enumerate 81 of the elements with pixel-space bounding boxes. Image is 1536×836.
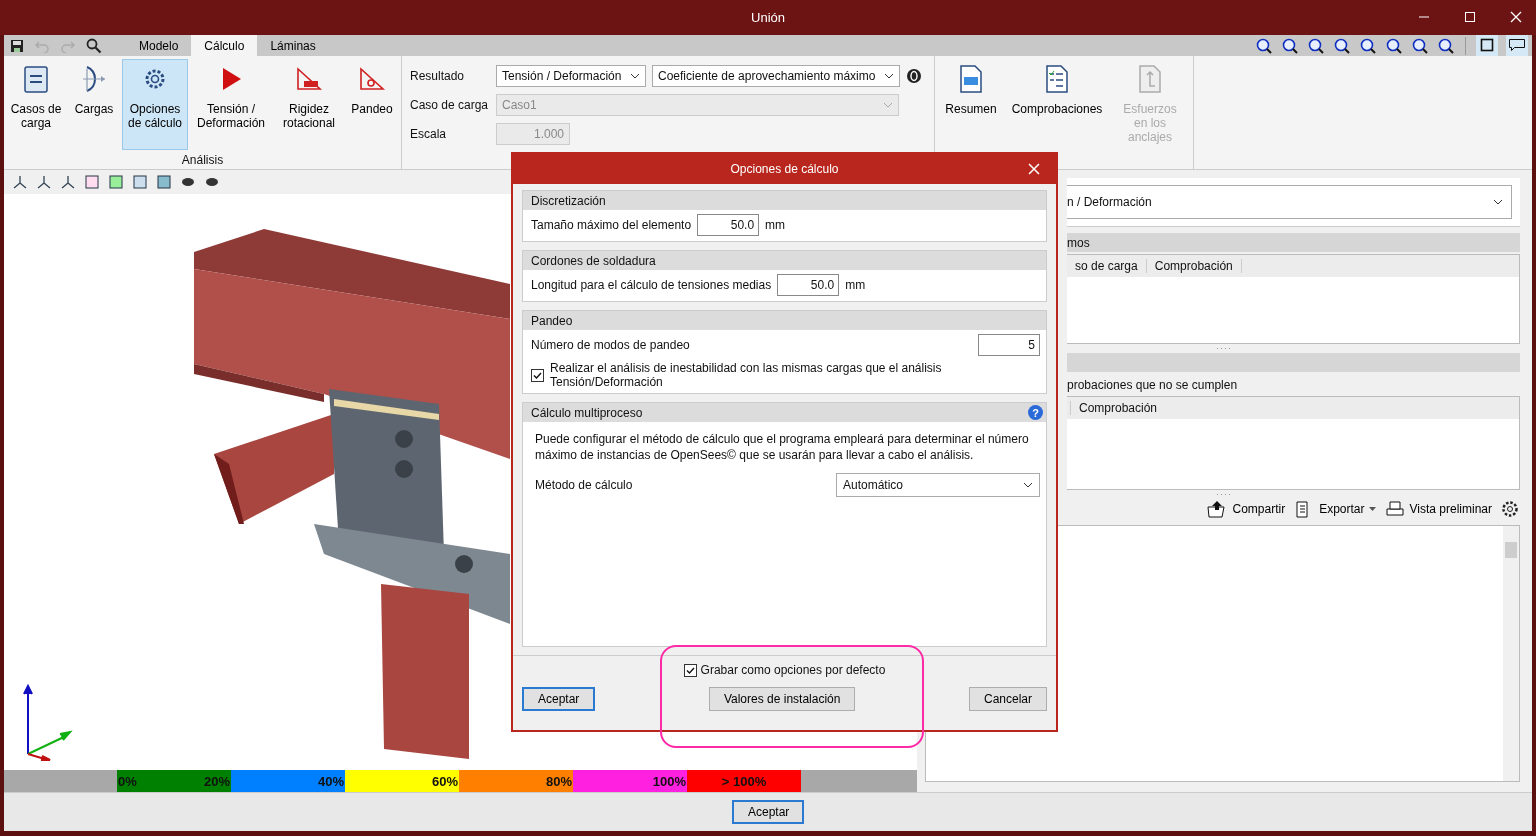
settings-icon[interactable]	[1500, 499, 1520, 519]
ribbon-button[interactable]: Opciones de cálculo	[122, 59, 188, 150]
unit-label: mm	[765, 218, 786, 232]
ribbon-tab[interactable]: Cálculo	[191, 35, 258, 56]
number-field[interactable]: 50.0	[777, 274, 840, 296]
save-icon[interactable]	[10, 38, 24, 53]
result-type-select[interactable]: n / Deformación	[1067, 185, 1512, 219]
search-icon[interactable]	[86, 37, 102, 54]
chevron-down-icon	[1023, 482, 1033, 488]
chevron-down-icon	[884, 72, 894, 79]
description-text: Puede configurar el método de cálculo que el programa empleará para determinar el número máximo de instancias de OpenSees© que se usarán para llevar a cabo el análisis.	[535, 431, 1030, 463]
ribbon-tab[interactable]: Láminas	[257, 35, 329, 56]
ribbon-button[interactable]: Resumen	[939, 59, 1003, 150]
chevron-down-icon	[1493, 199, 1503, 205]
column-header[interactable]: so de carga	[1067, 259, 1147, 273]
legend-label: 80%	[545, 773, 572, 789]
result-select[interactable]: Tensión / Deformación	[496, 64, 646, 87]
restore-defaults-button[interactable]: Valores de instalación	[708, 687, 856, 711]
comment-view-toggle[interactable]	[1506, 35, 1528, 56]
checkbox-label: Realizar el análisis de inestabilidad con las mismas cargas que el análisis Tensión/Deformación	[550, 361, 943, 389]
caret-icon	[1368, 507, 1376, 511]
dialog-title: Opciones de cálculo	[730, 162, 839, 176]
help-button[interactable]: ?	[1028, 405, 1043, 420]
info-icon[interactable]	[906, 67, 922, 84]
ribbon-button[interactable]: Pandeo	[345, 59, 399, 150]
chevron-down-icon	[630, 72, 640, 79]
legend-label: > 100%	[721, 773, 767, 789]
chevron-down-icon	[883, 101, 893, 108]
legend-label: 20%	[203, 773, 230, 789]
section-title: Cordones de soldadura	[531, 253, 656, 268]
printer-icon	[1383, 500, 1406, 518]
axes-icon[interactable]	[12, 174, 28, 190]
ribbon-button[interactable]: Casos de carga	[6, 59, 66, 150]
window-title: Unión	[751, 10, 785, 25]
accept-button[interactable]: Aceptar	[732, 800, 804, 824]
share-button[interactable]: Compartir	[1206, 500, 1286, 518]
window-view-toggle[interactable]	[1476, 35, 1498, 56]
checkbox[interactable]	[683, 663, 697, 677]
anchor-document-icon	[1137, 64, 1163, 94]
section-title: Pandeo	[531, 313, 573, 328]
field-label: Método de cálculo	[535, 478, 633, 492]
column-header[interactable]: Comprobación	[1070, 401, 1166, 415]
checkbox-label: Grabar como opciones por defecto	[700, 663, 886, 677]
method-select[interactable]: Automático	[836, 473, 1040, 497]
checkbox[interactable]	[531, 368, 544, 382]
checklist-document-icon	[1044, 64, 1070, 94]
preview-button[interactable]: Vista preliminar	[1383, 500, 1492, 518]
ribbon-button[interactable]: Cargas	[67, 59, 121, 150]
ribbon-button[interactable]: Tensión / Deformación	[189, 59, 273, 150]
section-header: mos	[1067, 233, 1520, 252]
section-title: Discretización	[531, 193, 606, 208]
field-label: Caso de carga	[410, 97, 490, 112]
ribbon-tab[interactable]: Modelo	[126, 35, 192, 56]
field-label: Resultado	[410, 68, 466, 83]
field-label: Escala	[410, 126, 448, 141]
legend-label: 60%	[431, 773, 458, 789]
legend-label: 0%	[118, 773, 137, 789]
group-label: Análisis	[180, 153, 225, 167]
maximize-icon[interactable]	[1464, 11, 1476, 23]
field-label: Tamaño máximo del elemento	[531, 218, 692, 232]
scroll-bar[interactable]	[1503, 526, 1519, 781]
legend-label: 100%	[652, 773, 686, 789]
ribbon-button[interactable]: Rigidez rotacional	[274, 59, 344, 150]
close-icon[interactable]	[1510, 11, 1522, 23]
result-detail-select[interactable]: Coeficiente de aprovechamiento máximo	[652, 64, 900, 87]
cancel-button[interactable]: Cancelar	[968, 687, 1047, 711]
failed-checks-note: probaciones que no se cumplen	[1067, 378, 1239, 394]
summary-document-icon	[958, 64, 984, 94]
ribbon-button[interactable]: Comprobaciones	[1005, 59, 1109, 150]
column-header[interactable]: Comprobación	[1146, 259, 1242, 273]
section-title: Cálculo multiproceso	[531, 405, 643, 420]
accept-button[interactable]: Aceptar	[522, 687, 596, 711]
close-icon[interactable]	[1028, 163, 1040, 175]
field-label: Número de modos de pandeo	[531, 338, 690, 352]
number-field[interactable]: 5	[978, 334, 1040, 356]
field-label: Longitud para el cálculo de tensiones medias	[531, 278, 772, 292]
export-button[interactable]: Exportar	[1293, 500, 1376, 518]
legend-label: 40%	[317, 773, 344, 789]
unit-label: mm	[845, 278, 866, 292]
number-field[interactable]: 50.0	[697, 214, 760, 236]
load-cases-icon	[21, 64, 51, 94]
